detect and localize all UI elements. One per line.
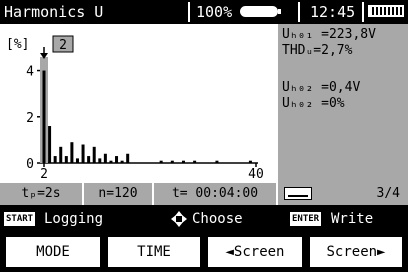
harmonic-bar [53, 156, 57, 163]
selected-harmonic-number: 2 [59, 38, 67, 53]
divider [362, 2, 364, 22]
thd-value: THDᵤ=2,7% [282, 43, 353, 58]
harmonic-bar [70, 142, 74, 163]
unit-label: [%] [6, 37, 29, 52]
harmonic-percent: Uₕ₀₂ =0% [282, 96, 345, 111]
hint-bar: START Logging Choose ENTER Write [0, 207, 408, 231]
measurement-count: n=120 [84, 183, 154, 205]
harmonic-bar [120, 160, 124, 163]
battery-percent: 100% [196, 3, 233, 21]
previous-screen-button[interactable]: ◄Screen [208, 237, 302, 267]
choose-hint: Choose [192, 211, 243, 227]
y-tick-label: 4 [26, 65, 34, 80]
time-button[interactable]: TIME [108, 237, 200, 267]
divider [188, 2, 190, 22]
harmonic-bar [126, 153, 130, 163]
x-tick-label: 40 [248, 167, 264, 182]
clock: 12:45 [310, 3, 356, 21]
harmonic-bar [92, 146, 96, 163]
harmonic-bar [181, 160, 185, 163]
elapsed-time: t= 00:04:00 [154, 183, 278, 205]
harmonic-bar [59, 146, 63, 163]
y-tick-label: 0 [26, 157, 34, 172]
mode-button[interactable]: MODE [6, 237, 100, 267]
harmonic-bar [103, 153, 107, 163]
harmonic-bar [98, 158, 102, 163]
function-keys: MODE TIME ◄Screen Screen► [0, 233, 408, 272]
fundamental-voltage: Uₕ₀₁ =223,8V [282, 27, 376, 42]
page-number: 3/4 [376, 186, 400, 201]
parameters-bar: tₚ=2s n=120 t= 00:04:00 3/4 [0, 183, 408, 205]
harmonic-bar [215, 160, 219, 163]
harmonic-bar [87, 156, 91, 163]
memory-card-icon [284, 187, 312, 200]
readings-panel: Uₕ₀₁ =223,8V THDᵤ=2,7% Uₕ₀₂ =0,4V Uₕ₀₂ =… [278, 24, 408, 183]
start-key-icon: START [4, 212, 36, 226]
main-panel: [%] 2 4 2 0 2 40 Uₕ₀₁ =223,8V THDᵤ=2,7% Uₕ₀₂… [0, 24, 408, 183]
harmonic-bar [248, 160, 252, 163]
harmonic-bar [42, 70, 46, 163]
harmonic-bar [193, 160, 197, 163]
status-bar: Harmonics U 100% 12:45 [0, 0, 408, 24]
signal-strength-icon [368, 5, 404, 17]
harmonic-bar [115, 156, 119, 163]
harmonic-bar [48, 126, 52, 163]
harmonic-bar [170, 160, 174, 163]
harmonic-bar [81, 144, 85, 163]
harmonics-chart: [%] 2 4 2 0 2 40 [0, 24, 278, 183]
harmonic-bar [64, 156, 68, 163]
harmonic-bar [109, 160, 113, 163]
arrows-icon [171, 211, 187, 227]
divider [298, 2, 300, 22]
start-hint: Logging [44, 211, 104, 227]
x-tick-label: 2 [40, 167, 48, 182]
screen-title: Harmonics U [4, 3, 104, 21]
y-tick-label: 2 [26, 111, 34, 126]
page-indicator: 3/4 [278, 183, 408, 205]
harmonic-voltage: Uₕ₀₂ =0,4V [282, 80, 361, 95]
battery-icon [240, 6, 281, 17]
enter-key-icon: ENTER [290, 212, 322, 226]
chart-axes [41, 59, 258, 164]
averaging-time: tₚ=2s [0, 183, 84, 205]
harmonic-bar [159, 160, 163, 163]
next-screen-button[interactable]: Screen► [310, 237, 402, 267]
harmonic-bar [75, 158, 79, 163]
enter-hint: Write [331, 211, 374, 227]
